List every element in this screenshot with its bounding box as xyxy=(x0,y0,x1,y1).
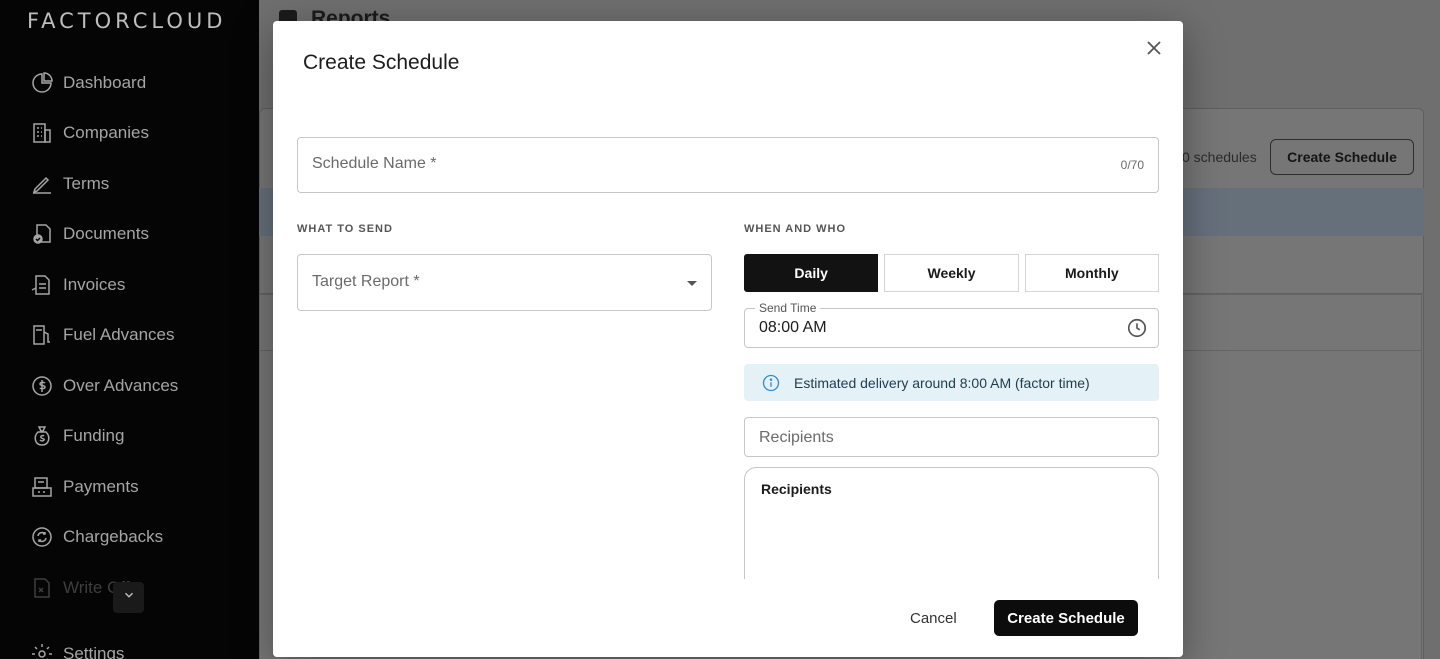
delivery-info-text: Estimated delivery around 8:00 AM (facto… xyxy=(794,374,1090,391)
page-create-schedule-button[interactable]: Create Schedule xyxy=(1270,139,1414,175)
file-x-icon xyxy=(30,576,54,600)
sidebar-item-terms[interactable]: Terms xyxy=(30,170,109,198)
dialog-title: Create Schedule xyxy=(303,51,460,74)
frequency-weekly[interactable]: Weekly xyxy=(884,254,1019,292)
cancel-button[interactable]: Cancel xyxy=(910,610,957,627)
what-to-send-label: WHAT TO SEND xyxy=(297,223,393,235)
recipients-list: Recipients xyxy=(744,467,1159,579)
gear-icon xyxy=(30,642,54,659)
frequency-daily[interactable]: Daily xyxy=(744,254,879,292)
schedule-name-input[interactable]: Schedule Name * 0/70 xyxy=(297,137,1159,193)
sidebar-item-settings[interactable]: Settings xyxy=(30,640,124,659)
sidebar-item-fuel-advances[interactable]: Fuel Advances xyxy=(30,321,175,349)
create-schedule-dialog: Create Schedule Schedule Name * 0/70 WHA… xyxy=(273,21,1183,657)
sidebar-item-label: Companies xyxy=(63,123,149,142)
send-time-input[interactable]: Send Time 08:00 AM xyxy=(744,301,1159,348)
register-icon xyxy=(30,475,54,499)
sidebar-item-label: Chargebacks xyxy=(63,527,164,546)
refresh-circle-icon xyxy=(30,525,54,549)
fuel-icon xyxy=(30,323,54,347)
sidebar-item-documents[interactable]: Documents xyxy=(30,220,149,248)
sidebar-item-label: Over Advances xyxy=(63,376,179,395)
sidebar-item-over-advances[interactable]: Over Advances xyxy=(30,372,178,400)
close-button[interactable] xyxy=(1143,39,1165,61)
dropdown-arrow-icon xyxy=(687,281,697,286)
sidebar-item-label: Documents xyxy=(63,224,149,243)
send-time-value: 08:00 AM xyxy=(759,319,827,336)
delivery-info-banner: Estimated delivery around 8:00 AM (facto… xyxy=(744,364,1159,401)
building-icon xyxy=(30,121,54,145)
dollar-circle-icon xyxy=(30,374,54,398)
sidebar-item-label: Terms xyxy=(63,174,110,193)
target-report-placeholder: Target Report * xyxy=(312,273,420,290)
sidebar-item-label: Invoices xyxy=(63,275,126,294)
sidebar-item-funding[interactable]: Funding xyxy=(30,422,124,450)
schedule-count: 0 schedules xyxy=(1182,149,1257,165)
info-icon xyxy=(762,374,780,392)
sidebar-item-label: Fuel Advances xyxy=(63,325,175,344)
pen-icon xyxy=(30,172,54,196)
money-bag-icon xyxy=(30,424,54,448)
sidebar: FACTORCLOUD Dashboard Companies Terms Do… xyxy=(0,0,259,659)
target-report-select[interactable]: Target Report * xyxy=(297,254,712,311)
schedule-name-placeholder: Schedule Name * xyxy=(312,155,437,172)
create-schedule-button[interactable]: Create Schedule xyxy=(994,600,1138,636)
character-counter: 0/70 xyxy=(1120,158,1144,172)
recipients-list-header: Recipients xyxy=(761,481,832,497)
sidebar-item-label: Payments xyxy=(63,477,139,496)
frequency-monthly[interactable]: Monthly xyxy=(1024,254,1159,292)
clock-icon[interactable] xyxy=(1126,317,1148,339)
send-time-label: Send Time xyxy=(755,301,821,315)
invoice-icon xyxy=(30,273,54,297)
recipients-input[interactable]: Recipients xyxy=(744,417,1159,457)
pie-chart-icon xyxy=(30,71,54,95)
close-icon xyxy=(1146,40,1162,61)
sidebar-item-label: Dashboard xyxy=(63,73,147,92)
sidebar-item-label: Settings xyxy=(63,644,125,659)
recipients-placeholder: Recipients xyxy=(759,429,834,446)
sidebar-item-companies[interactable]: Companies xyxy=(30,119,149,147)
chevron-down-icon xyxy=(122,588,136,607)
brand-logo: FACTORCLOUD xyxy=(27,9,227,33)
when-and-who-label: WHEN AND WHO xyxy=(744,223,847,235)
sidebar-item-label: Funding xyxy=(63,426,125,445)
sidebar-item-payments[interactable]: Payments xyxy=(30,473,139,501)
document-check-icon xyxy=(30,222,54,246)
frequency-toggle: Daily Weekly Monthly xyxy=(744,254,1159,292)
sidebar-scroll-button[interactable] xyxy=(113,582,144,613)
sidebar-item-dashboard[interactable]: Dashboard xyxy=(30,69,146,97)
sidebar-item-invoices[interactable]: Invoices xyxy=(30,271,125,299)
sidebar-item-chargebacks[interactable]: Chargebacks xyxy=(30,523,163,551)
